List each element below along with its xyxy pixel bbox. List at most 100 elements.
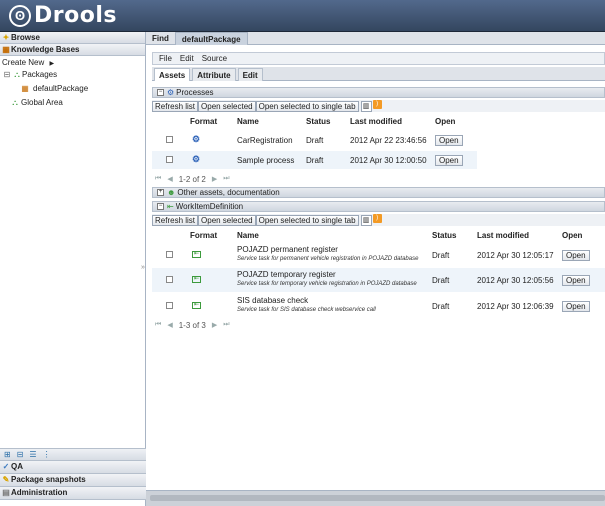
default-package-label: defaultPackage [33,84,89,93]
tab-assets[interactable]: Assets [154,68,191,81]
table-row[interactable]: ⇤ POJAZD temporary register Service task… [152,268,605,292]
open-button[interactable]: Open [562,301,590,312]
row-checkbox[interactable] [166,251,173,258]
tree-tools-bar: ⊞ ⊟ ☰ ⋮ [0,448,146,461]
open-button[interactable]: Open [562,250,590,261]
browse-label: Browse [11,32,40,42]
rss-feed-icon[interactable]: ) [372,214,382,223]
last-page-icon[interactable]: ⏭ [223,175,229,184]
tab-find[interactable]: Find [146,32,175,45]
panel-splitter-handle[interactable]: » [141,264,145,271]
table-row[interactable]: ⇤ SIS database check Service task for SI… [152,294,605,318]
open-button[interactable]: Open [435,155,463,166]
open-selected-button[interactable]: Open selected [198,100,256,112]
collapse-icon[interactable]: − [157,89,164,96]
columns-icon[interactable]: ▥ [360,214,372,226]
process-status: Draft [306,136,324,145]
table-row[interactable]: ⚙ Sample process Draft 2012 Apr 30 12:00… [152,151,477,169]
workitem-description: Service task for SIS database check webs… [237,307,376,313]
refresh-list-button[interactable]: Refresh list [152,214,199,226]
package-snapshots-label: Package snapshots [11,475,86,484]
open-selected-single-tab-button[interactable]: Open selected to single tab [255,214,359,226]
tree-item-packages[interactable]: ⊟ ⛬ Packages [0,68,145,82]
collapse-all-icon[interactable]: ⊟ [17,450,24,459]
first-page-icon[interactable]: ⏮ [155,175,161,184]
open-selected-button[interactable]: Open selected [198,214,256,226]
administration-header[interactable]: ▤ Administration [0,487,146,500]
open-button[interactable]: Open [435,135,463,146]
workitem-name: POJAZD permanent register [237,245,338,254]
knowledge-bases-label: Knowledge Bases [11,44,80,54]
first-page-icon[interactable]: ⏮ [155,321,161,330]
rss-feed-icon[interactable]: ) [372,100,382,109]
columns-icon[interactable]: ▥ [360,100,372,112]
workitem-table-header: Format Name Status Last modified Open [152,229,605,242]
package-menu-bar: File Edit Source [152,52,605,65]
horizontal-scrollbar[interactable] [146,490,605,506]
workitem-status: Draft [432,251,450,260]
prev-page-icon[interactable]: ◀ [167,321,172,330]
knowledge-bases-header[interactable]: ▦ Knowledge Bases [0,44,145,56]
flat-view-icon[interactable]: ☰ [29,450,36,459]
create-new-menu[interactable]: Create New ▶ [0,56,145,68]
row-checkbox[interactable] [166,302,173,309]
process-icon: ⚙ [167,88,175,97]
process-modified: 2012 Apr 30 12:00:50 [350,156,427,165]
row-checkbox[interactable] [166,136,173,143]
workitem-format-icon: ⇤ [192,251,201,258]
tab-attribute[interactable]: Attribute [192,68,236,81]
next-page-icon[interactable]: ▶ [212,175,217,184]
tree-item-default-package[interactable]: ▦ defaultPackage [0,82,145,96]
administration-icon: ▤ [2,488,10,497]
menu-file[interactable]: File [159,54,172,63]
last-page-icon[interactable]: ⏭ [223,321,229,330]
refresh-list-button[interactable]: Refresh list [152,100,199,112]
processes-pager: ⏮ ◀ 1-2 of 2 ▶ ⏭ [155,175,230,184]
packages-label: Packages [22,70,58,79]
menu-edit[interactable]: Edit [180,54,194,63]
tree-item-global-area[interactable]: ⛬ Global Area [0,96,145,110]
package-subtabs: Assets Attribute Edit [152,67,605,81]
browse-icon: ✦ [2,32,10,42]
open-button[interactable]: Open [562,275,590,286]
pager-text: 1-2 of 2 [178,175,206,184]
global-area-label: Global Area [21,98,63,107]
table-row[interactable]: ⚙ CarRegistration Draft 2012 Apr 22 23:4… [152,131,477,149]
expand-all-icon[interactable]: ⊞ [4,450,11,459]
col-format: Format [190,117,218,126]
menu-source[interactable]: Source [202,54,227,63]
workitem-section-header[interactable]: − ⇤ WorkItemDefinition [152,201,605,212]
col-last-modified: Last modified [477,231,530,240]
expand-icon[interactable]: + [157,189,164,196]
tab-default-package[interactable]: defaultPackage [174,32,248,45]
prev-page-icon[interactable]: ◀ [167,175,172,184]
col-last-modified: Last modified [350,117,403,126]
left-navigation-panel: ✦ Browse ▦ Knowledge Bases Create New ▶ … [0,32,146,506]
hierarchy-view-icon[interactable]: ⋮ [43,450,51,459]
browse-header[interactable]: ✦ Browse [0,32,145,44]
scrollbar-thumb[interactable] [150,495,605,501]
package-snapshots-header[interactable]: ✎ Package snapshots [0,474,146,487]
qa-label: QA [11,462,23,471]
processes-section-header[interactable]: − ⚙ Processes [152,87,605,98]
table-row[interactable]: ⇤ POJAZD permanent register Service task… [152,243,605,267]
row-checkbox[interactable] [166,156,173,163]
workitem-modified: 2012 Apr 30 12:05:56 [477,276,554,285]
create-new-label: Create New [2,58,45,67]
packages-icon: ⛬ [14,70,20,79]
workitem-name: SIS database check [237,296,309,305]
row-checkbox[interactable] [166,276,173,283]
pager-text: 1-3 of 3 [178,321,206,330]
open-selected-single-tab-button[interactable]: Open selected to single tab [255,100,359,112]
collapse-icon[interactable]: − [157,203,164,210]
documentation-icon: ☻ [167,188,176,197]
other-assets-section-header[interactable]: + ☻ Other assets, documentation [152,187,605,198]
tab-edit[interactable]: Edit [237,68,263,81]
package-snapshots-icon: ✎ [2,475,10,484]
process-name: CarRegistration [237,136,293,145]
workitem-pager: ⏮ ◀ 1-3 of 3 ▶ ⏭ [155,321,230,330]
workitem-modified: 2012 Apr 30 12:06:39 [477,302,554,311]
qa-header[interactable]: ✓ QA [0,461,146,474]
collapse-icon[interactable]: ⊟ [2,68,12,82]
next-page-icon[interactable]: ▶ [212,321,217,330]
